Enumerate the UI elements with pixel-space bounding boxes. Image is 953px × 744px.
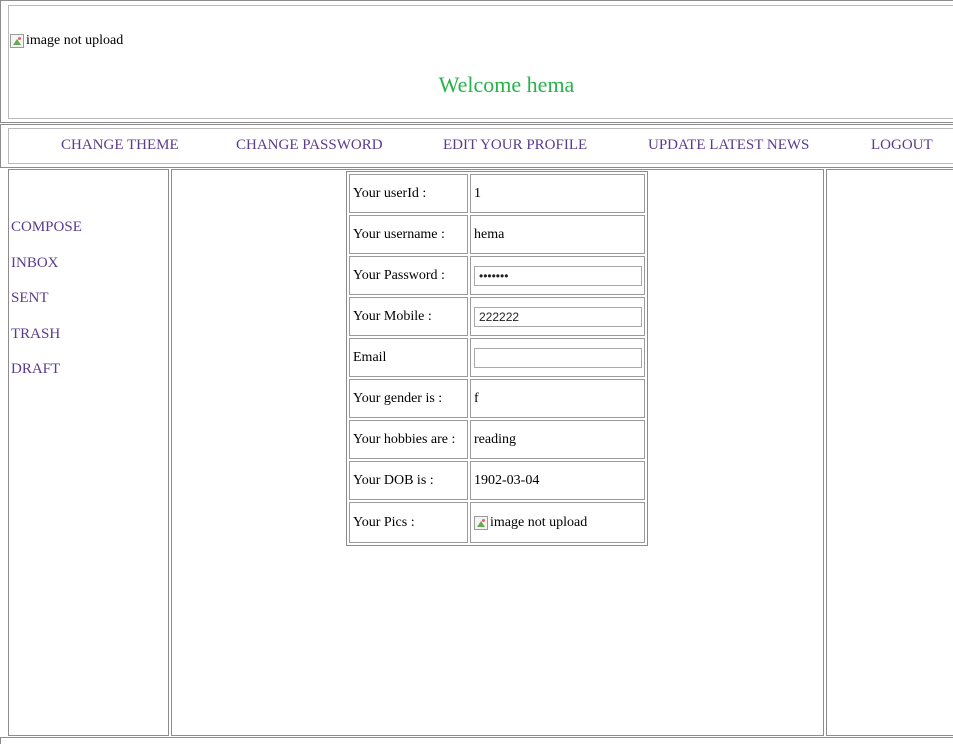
header-image: image not upload: [10, 33, 123, 49]
header-inner-frame: [8, 5, 953, 119]
profile-table: Your userId : 1 Your username : hema You…: [346, 171, 648, 546]
footer-frame-edge: [0, 737, 953, 744]
pics-label: Your Pics :: [349, 502, 468, 543]
hobbies-value: reading: [470, 420, 645, 459]
mobile-label: Your Mobile :: [349, 297, 468, 336]
nav-edit-profile[interactable]: EDIT YOUR PROFILE: [443, 137, 587, 154]
profile-pic-alt: image not upload: [490, 514, 588, 530]
sidebar-item-sent[interactable]: SENT: [11, 290, 49, 307]
sidebar-item-trash[interactable]: TRASH: [11, 326, 60, 343]
header-frame: [0, 0, 953, 123]
password-field[interactable]: [474, 265, 642, 286]
nav-logout[interactable]: LOGOUT: [871, 137, 933, 154]
email-field[interactable]: [474, 347, 642, 368]
nav-change-password[interactable]: CHANGE PASSWORD: [236, 137, 383, 154]
sidebar-item-draft[interactable]: DRAFT: [11, 361, 60, 378]
welcome-message: Welcome hema: [438, 72, 575, 97]
dob-label: Your DOB is :: [349, 461, 468, 500]
dob-value: 1902-03-04: [470, 461, 645, 500]
profile-pic-image: image not upload: [474, 515, 587, 531]
pics-cell: image not upload: [470, 502, 645, 543]
nav-update-latest-news[interactable]: UPDATE LATEST NEWS: [648, 137, 809, 154]
mobile-field[interactable]: [474, 306, 642, 327]
sidebar-item-inbox[interactable]: INBOX: [11, 255, 59, 272]
gender-value: f: [470, 379, 645, 418]
right-sidebar: [826, 169, 953, 736]
broken-image-icon: [474, 515, 488, 530]
nav-change-theme[interactable]: CHANGE THEME: [61, 137, 179, 154]
sidebar-item-compose[interactable]: COMPOSE: [11, 219, 82, 236]
email-cell: [470, 338, 645, 377]
username-label: Your username :: [349, 215, 468, 254]
password-cell: [470, 256, 645, 295]
username-value: hema: [470, 215, 645, 254]
mobile-cell: [470, 297, 645, 336]
broken-image-icon: [10, 34, 24, 48]
header-image-alt: image not upload: [26, 33, 124, 48]
userid-label: Your userId :: [349, 174, 468, 213]
hobbies-label: Your hobbies are :: [349, 420, 468, 459]
gender-label: Your gender is :: [349, 379, 468, 418]
userid-value: 1: [470, 174, 645, 213]
password-label: Your Password :: [349, 256, 468, 295]
email-label: Email: [349, 338, 468, 377]
